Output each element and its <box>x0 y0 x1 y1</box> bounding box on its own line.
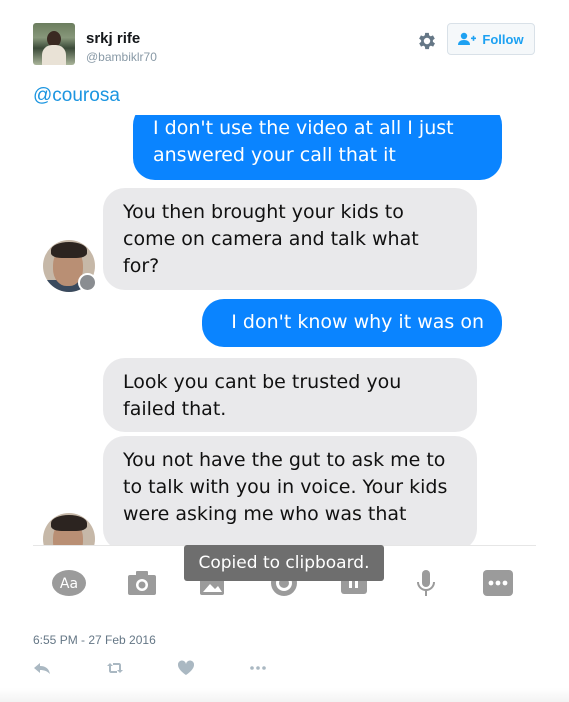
camera-icon[interactable] <box>125 568 159 598</box>
tweet-timestamp[interactable]: 6:55 PM - 27 Feb 2016 <box>33 633 156 647</box>
message-bubble-outgoing: I don't know why it was on <box>202 299 502 347</box>
chat-screenshot: I don't use the video at all I just answ… <box>33 115 536 620</box>
follow-button[interactable]: Follow <box>447 23 535 55</box>
follow-label: Follow <box>482 31 524 47</box>
gear-icon[interactable] <box>416 30 438 52</box>
message-bubble-incoming: You not have the gut to ask me to to tal… <box>103 436 477 551</box>
author-handle[interactable]: @bambiklr70 <box>86 50 157 64</box>
follow-person-plus-icon <box>458 32 477 45</box>
clipboard-toast: Copied to clipboard. <box>184 545 384 581</box>
message-bubble-incoming: You then brought your kids to come on ca… <box>103 188 477 290</box>
aa-label: Aa <box>60 576 78 592</box>
author-name[interactable]: srkj rife <box>86 30 140 47</box>
reply-icon[interactable] <box>33 660 51 676</box>
more-icon[interactable] <box>249 660 267 676</box>
message-bubble-incoming: Look you cant be trusted you failed that… <box>103 358 477 432</box>
more-icon[interactable] <box>481 568 515 598</box>
tweet-mention-link[interactable]: @courosa <box>33 85 120 107</box>
microphone-icon[interactable] <box>409 568 443 598</box>
message-bubble-outgoing: I don't use the video at all I just answ… <box>133 115 502 180</box>
bottom-divider <box>0 688 569 702</box>
aa-text-icon[interactable]: Aa <box>51 568 87 598</box>
author-avatar[interactable] <box>33 23 75 65</box>
facebook-badge-icon <box>78 273 97 292</box>
retweet-icon[interactable] <box>106 660 124 676</box>
like-icon[interactable] <box>177 660 195 676</box>
